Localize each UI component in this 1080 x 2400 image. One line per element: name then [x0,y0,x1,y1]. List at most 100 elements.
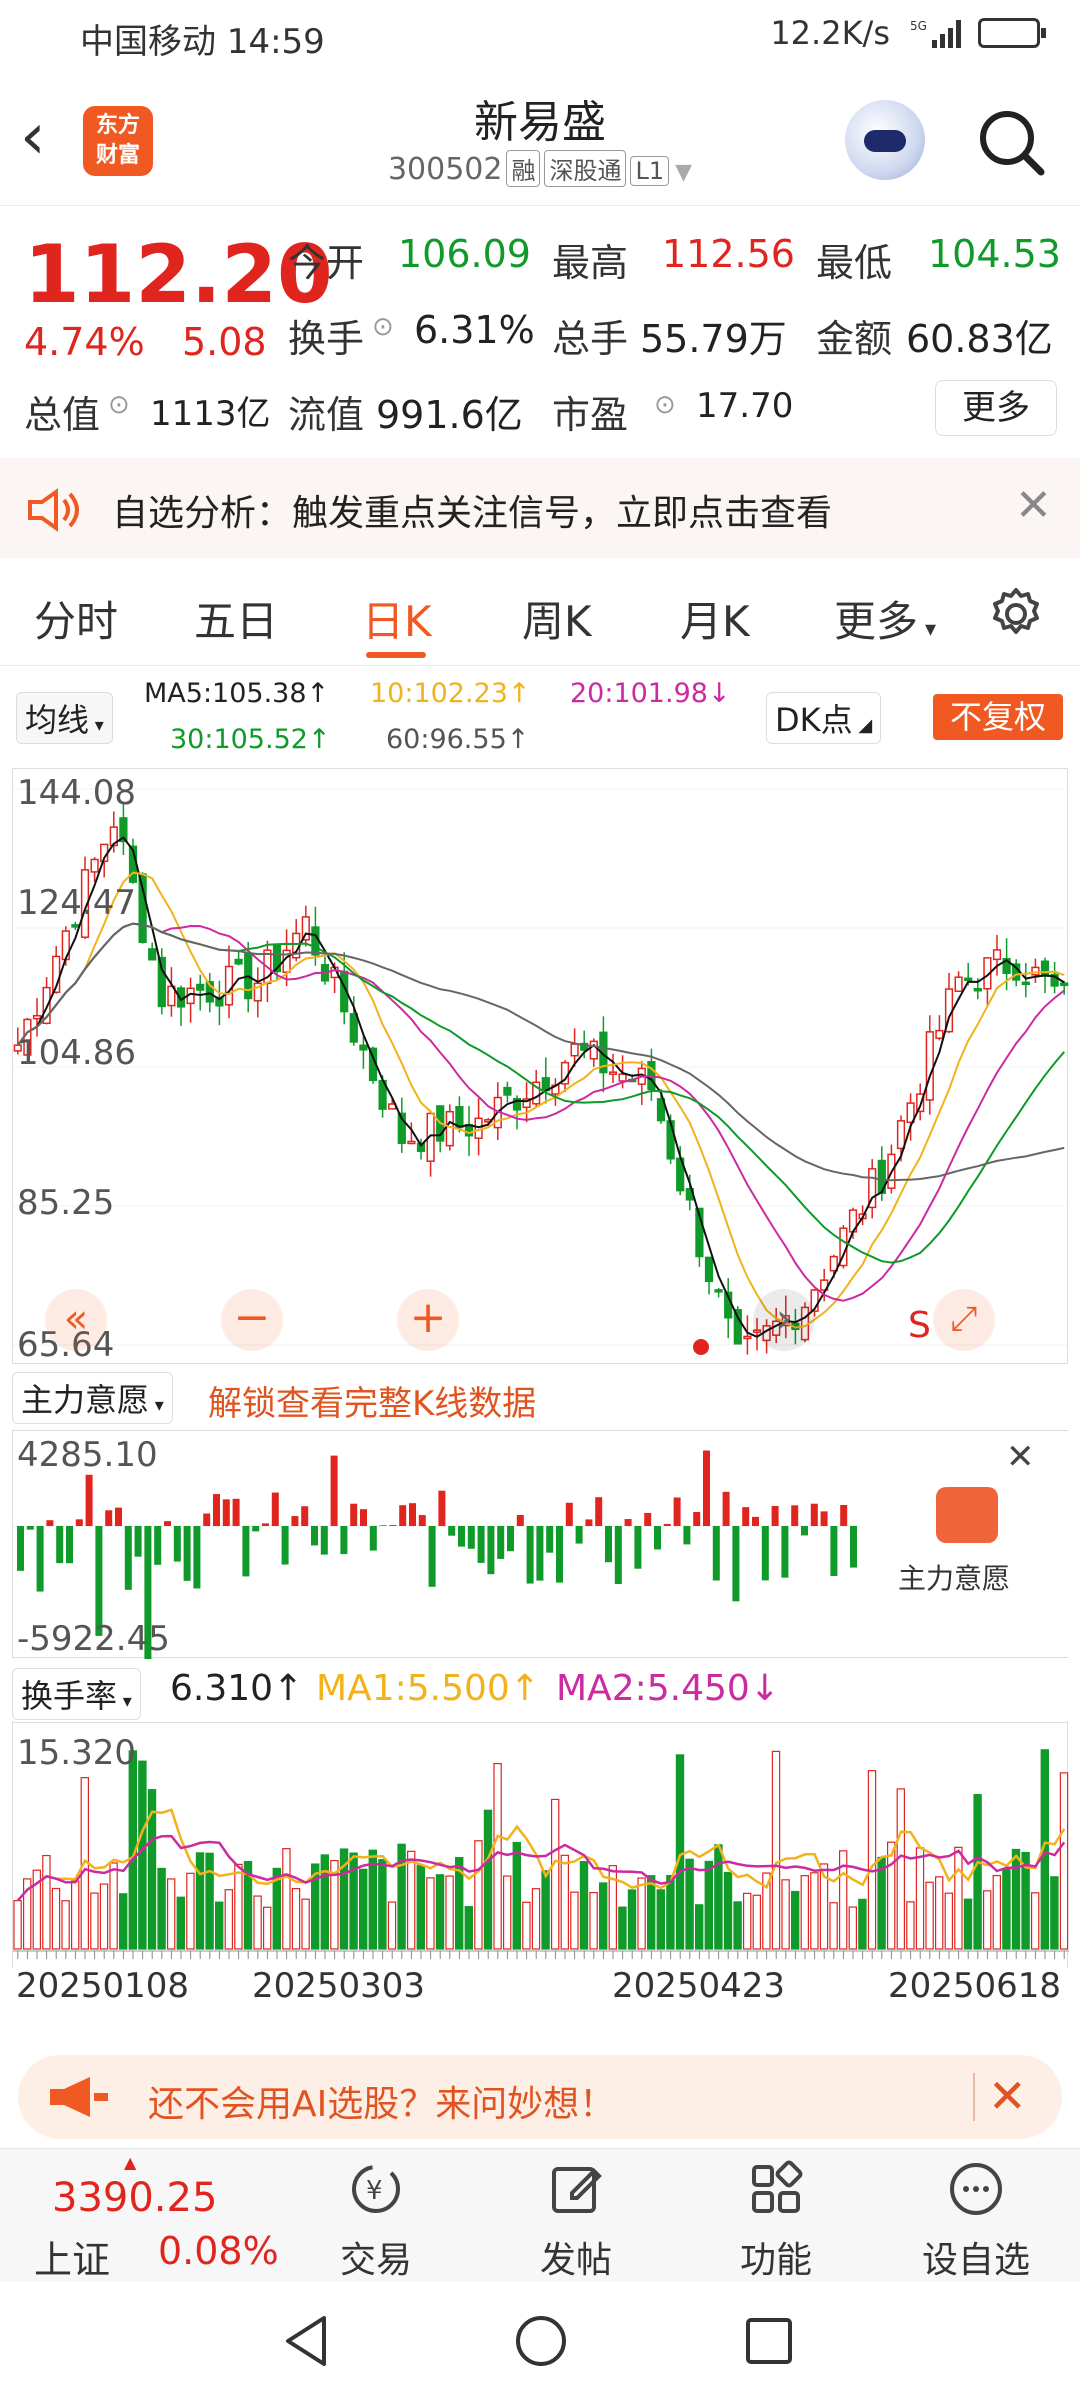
turnover-bar [992,1874,1002,1950]
sell-signal-label: S [908,1305,931,1346]
info-icon[interactable]: ⊙ [372,312,394,342]
flow-promo-label: 主力意愿 [898,1562,1011,1595]
turnover-bar [733,1901,742,1950]
turnover-bar [503,1875,512,1950]
flow-bar [66,1526,73,1564]
turnover-bar [550,1798,560,1950]
turnover-bar [752,1894,762,1950]
date-tick: 20250423 [612,1966,786,2006]
indicator-selector[interactable]: 均线 ▾ [16,692,113,744]
flow-bar [722,1491,730,1526]
home-circle-icon[interactable] [514,2314,568,2368]
tab-more[interactable]: 更多 ▾ [834,588,936,649]
flow-bar [791,1505,799,1526]
flow-bar [389,1525,397,1526]
flow-bar [242,1526,250,1577]
info-icon[interactable]: ⊙ [108,390,130,420]
tab-more-label: 更多 [834,597,919,646]
assistant-avatar-icon[interactable] [845,100,925,180]
close-icon[interactable]: ✕ [1006,1437,1035,1477]
turnover-bar [906,1901,915,1950]
turnover-bar [512,1841,522,1950]
candle [666,1120,675,1160]
turnover-bar [483,1809,493,1950]
flow-bar [154,1526,162,1565]
flow-selector-label: 主力意愿 [21,1381,150,1419]
dropdown-icon[interactable]: ▼ [675,160,692,185]
zoom-out-icon[interactable]: − [221,1289,283,1351]
price-tick: 104.86 [17,1033,136,1073]
candle [503,1086,512,1096]
flow-bar [213,1494,220,1526]
nav-functions[interactable]: 功能 [676,2159,876,2283]
turnover-bar [445,1875,454,1950]
turnover-bar [685,1858,694,1950]
scroll-left-icon[interactable]: « [45,1289,107,1351]
volume-label: 总手 [552,317,629,361]
zoom-in-icon[interactable]: + [397,1289,459,1351]
recents-square-icon[interactable] [744,2316,794,2366]
tab-monthly-k[interactable]: 月K [680,588,750,649]
date-tick: 20250303 [252,1966,426,2006]
ma60-value: 60:96.55↑ [386,724,530,755]
price-tick: 144.08 [17,773,136,813]
turnover-bar [1030,1892,1040,1950]
turnover-bar [224,1889,233,1950]
turnover-bar [954,1846,963,1950]
adjustment-button[interactable]: 不复权 [933,694,1063,740]
unlock-link[interactable]: 解锁查看完整K线数据 [208,1376,536,1425]
next-icon[interactable]: › [753,1289,815,1351]
turnover-ma1: MA1:5.500↑ [316,1668,540,1709]
gear-icon[interactable] [988,586,1044,642]
turnover-bar [195,1852,205,1950]
flow-bar [232,1498,240,1526]
flow-indicator-selector[interactable]: 主力意愿 ▾ [12,1372,173,1424]
turnover-value: 6.31% [414,308,535,352]
dk-point-selector[interactable]: DK点 ◢ [766,692,882,744]
ai-banner[interactable]: 还不会用AI选股？来问妙想！ ✕ [18,2055,1062,2139]
turnover-bar [51,1887,61,1950]
search-icon[interactable] [975,106,1047,178]
info-icon[interactable]: ⊙ [654,390,676,420]
close-icon[interactable]: ✕ [1015,480,1052,531]
flow-bar [771,1506,779,1526]
tab-weekly-k[interactable]: 周K [522,588,592,649]
kline-chart[interactable]: 144.08 124.47 104.86 85.25 65.64 « − + ›… [12,768,1069,1365]
flow-bar [222,1499,230,1526]
turnover-bar [118,1893,128,1950]
candle [349,1013,358,1043]
turnover-selector[interactable]: 换手率 ▾ [12,1668,141,1720]
amount-value: 60.83亿 [906,317,1053,361]
nav-trade[interactable]: ¥ 交易 [276,2159,476,2283]
fullscreen-icon[interactable]: ⤢ [933,1289,995,1351]
ma20-value: 20:101.98↓ [570,678,731,709]
stock-header: ‹ 东方 财富 新易盛 300502 融深股通 L1 ▼ [0,72,1080,206]
candle [234,958,243,965]
tab-daily-k[interactable]: 日K [362,588,432,649]
tab-five-day[interactable]: 五日 [194,588,278,649]
turnover-chart[interactable]: 15.320 [12,1722,1069,1968]
index-change: 0.08% [158,2229,279,2273]
tab-intraday[interactable]: 分时 [34,588,118,649]
back-triangle-icon[interactable] [282,2314,332,2368]
flow-bar [252,1526,260,1532]
network-speed: 12.2K/s [770,14,890,52]
flow-bar [536,1526,544,1581]
flow-bar [193,1526,201,1589]
flow-bar [575,1526,583,1544]
alert-banner[interactable]: 自选分析：触发重点关注信号，立即点击查看 ✕ [0,458,1080,558]
kline-canvas[interactable] [13,769,1069,1365]
main-flow-chart[interactable]: 4285.10 -5922.45 ✕ 主力意愿 [12,1430,1069,1668]
mktcap-value: 1113亿 [150,394,271,434]
flow-promo[interactable]: ✕ 主力意愿 [858,1431,1068,1657]
close-icon[interactable]: ✕ [988,2069,1027,2123]
nav-post[interactable]: 发帖 [476,2159,676,2283]
nav-watchlist[interactable]: 设自选 [876,2159,1076,2283]
turnover-bar [944,1892,954,1950]
flow-bar [634,1526,642,1569]
turnover-bar [541,1870,550,1950]
more-button[interactable]: 更多 [935,380,1057,436]
candle [359,1044,368,1051]
turnover-bar [474,1840,483,1950]
index-widget[interactable]: ▲ 3390.25 上证 0.08% [0,2149,280,2283]
